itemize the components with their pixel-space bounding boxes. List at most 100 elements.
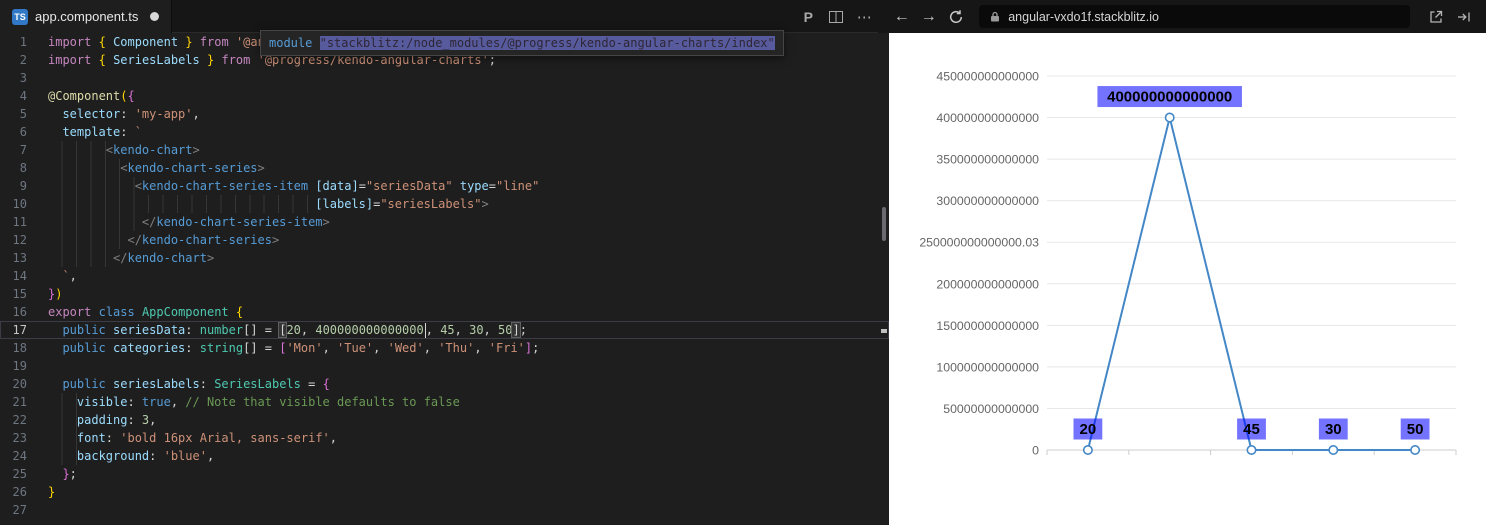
line-number[interactable]: 3 <box>0 69 27 87</box>
hover-tooltip: module "stackblitz:/node_modules/@progre… <box>260 30 784 56</box>
editor-header: TS app.component.ts P ⋯ <box>0 0 878 33</box>
code-line[interactable]: 10 [labels]="seriesLabels"> <box>0 195 889 213</box>
code-line[interactable]: 24 background: 'blue', <box>0 447 889 465</box>
refresh-button[interactable] <box>942 3 969 31</box>
y-axis-tick-label: 200000000000000 <box>936 277 1039 291</box>
code-line[interactable]: 11 </kendo-chart-series-item> <box>0 213 889 231</box>
unsaved-changes-dot <box>150 12 160 21</box>
line-number[interactable]: 26 <box>0 483 27 501</box>
code-line[interactable]: 27 <box>0 501 889 519</box>
forward-button[interactable]: → <box>915 3 942 31</box>
format-code-button[interactable]: P <box>794 3 822 31</box>
editor-scrollbar[interactable] <box>880 33 889 525</box>
code-line[interactable]: 9 <kendo-chart-series-item [data]="series… <box>0 177 889 195</box>
code-line-text: <kendo-chart> <box>48 141 200 159</box>
code-line[interactable]: 4 @Component({ <box>0 87 889 105</box>
tooltip-module-path[interactable]: "stackblitz:/node_modules/@progress/kend… <box>319 36 775 50</box>
split-editor-button[interactable] <box>822 3 850 31</box>
line-number[interactable]: 1 <box>0 33 27 51</box>
code-line[interactable]: 19 <box>0 357 889 375</box>
code-line[interactable]: 16 export class AppComponent { <box>0 303 889 321</box>
typescript-file-icon: TS <box>12 8 28 25</box>
code-line-text: public seriesLabels: SeriesLabels = { <box>62 377 330 391</box>
code-line-text: export class AppComponent { <box>48 305 244 319</box>
line-number[interactable]: 8 <box>0 159 27 177</box>
line-number[interactable]: 4 <box>0 87 27 105</box>
line-number[interactable]: 6 <box>0 123 27 141</box>
code-line[interactable]: 7 <kendo-chart> <box>0 141 889 159</box>
code-editor[interactable]: 1import { Component } from '@angular/cor… <box>0 33 889 525</box>
code-line[interactable]: 20 public seriesLabels: SeriesLabels = { <box>0 375 889 393</box>
tab-label: app.component.ts <box>35 9 139 24</box>
line-number[interactable]: 2 <box>0 51 27 69</box>
code-line[interactable]: 25}; <box>0 465 889 483</box>
code-line-text: @Component({ <box>48 89 135 103</box>
back-button[interactable]: ← <box>888 3 915 31</box>
code-line-text: </kendo-chart-series> <box>48 231 279 249</box>
line-number[interactable]: 13 <box>0 249 27 267</box>
dock-preview-button[interactable] <box>1450 3 1478 31</box>
lock-icon <box>991 11 1000 21</box>
line-number[interactable]: 17 <box>0 321 27 339</box>
code-line-text: public seriesData: number[] = [20, 40000… <box>62 322 527 338</box>
series-point[interactable] <box>1410 444 1421 455</box>
code-line[interactable]: 5 selector: 'my-app', <box>0 105 889 123</box>
code-line[interactable]: 26} <box>0 483 889 501</box>
line-number[interactable]: 15 <box>0 285 27 303</box>
pane-resize-handle[interactable] <box>882 207 886 241</box>
line-number[interactable]: 20 <box>0 375 27 393</box>
preview-pane: 450000000000000 400000000000000 3500000000… <box>889 33 1486 525</box>
code-line-text: <kendo-chart-series> <box>48 159 265 177</box>
line-number[interactable]: 19 <box>0 357 27 375</box>
code-line[interactable]: 22 padding: 3, <box>0 411 889 429</box>
code-line-text: }; <box>62 467 77 481</box>
more-actions-button[interactable]: ⋯ <box>850 3 878 31</box>
line-number[interactable]: 16 <box>0 303 27 321</box>
line-number[interactable]: 5 <box>0 105 27 123</box>
code-line-text: padding: 3, <box>48 411 156 429</box>
y-axis-tick-label: 150000000000000 <box>936 319 1039 333</box>
line-number[interactable]: 10 <box>0 195 27 213</box>
code-line[interactable]: 3 <box>0 69 889 87</box>
y-axis-tick-label: 0 <box>1032 444 1039 458</box>
series-point[interactable] <box>1082 444 1093 455</box>
series-point[interactable] <box>1328 444 1339 455</box>
code-line[interactable]: 18 public categories: string[] = ['Mon', … <box>0 339 889 357</box>
code-line[interactable]: 23 font: 'bold 16px Arial, sans-serif', <box>0 429 889 447</box>
line-number[interactable]: 22 <box>0 411 27 429</box>
series-point[interactable] <box>1164 112 1175 123</box>
open-in-new-window-button[interactable] <box>1422 3 1450 31</box>
code-line[interactable]: 8 <kendo-chart-series> <box>0 159 889 177</box>
line-number[interactable]: 9 <box>0 177 27 195</box>
code-line-text: selector: 'my-app', <box>62 107 200 121</box>
y-axis-tick-label: 50000000000000 <box>943 402 1039 416</box>
code-line[interactable]: 14 `, <box>0 267 889 285</box>
code-line-text: template: ` <box>62 125 142 139</box>
code-line[interactable]: 6 template: ` <box>0 123 889 141</box>
dock-right-icon <box>1458 12 1470 21</box>
point-label: 30 <box>1325 421 1342 438</box>
line-number[interactable]: 14 <box>0 267 27 285</box>
tab-app-component-ts[interactable]: TS app.component.ts <box>0 0 173 33</box>
line-number[interactable]: 21 <box>0 393 27 411</box>
code-line[interactable]: 13 </kendo-chart> <box>0 249 889 267</box>
line-number[interactable]: 24 <box>0 447 27 465</box>
url-host: angular-vxdo1f.stackblitz.io <box>1008 9 1160 24</box>
line-number[interactable]: 11 <box>0 213 27 231</box>
code-line[interactable]: 17 public seriesData: number[] = [20, 400… <box>0 321 889 339</box>
url-bar[interactable]: angular-vxdo1f.stackblitz.io <box>979 5 1410 28</box>
code-line-text: <kendo-chart-series-item [data]="seriesD… <box>48 177 539 195</box>
code-line[interactable]: 12 </kendo-chart-series> <box>0 231 889 249</box>
line-number[interactable]: 27 <box>0 501 27 519</box>
line-number[interactable]: 7 <box>0 141 27 159</box>
line-number[interactable]: 23 <box>0 429 27 447</box>
line-number[interactable]: 12 <box>0 231 27 249</box>
refresh-icon <box>949 9 962 23</box>
line-number[interactable]: 25 <box>0 465 27 483</box>
y-axis-tick-label: 350000000000000 <box>936 153 1039 167</box>
code-line[interactable]: 15}) <box>0 285 889 303</box>
y-axis-tick-label: 450000000000000 <box>936 70 1039 84</box>
series-point[interactable] <box>1246 444 1257 455</box>
code-line[interactable]: 21 visible: true, // Note that visible de… <box>0 393 889 411</box>
line-number[interactable]: 18 <box>0 339 27 357</box>
